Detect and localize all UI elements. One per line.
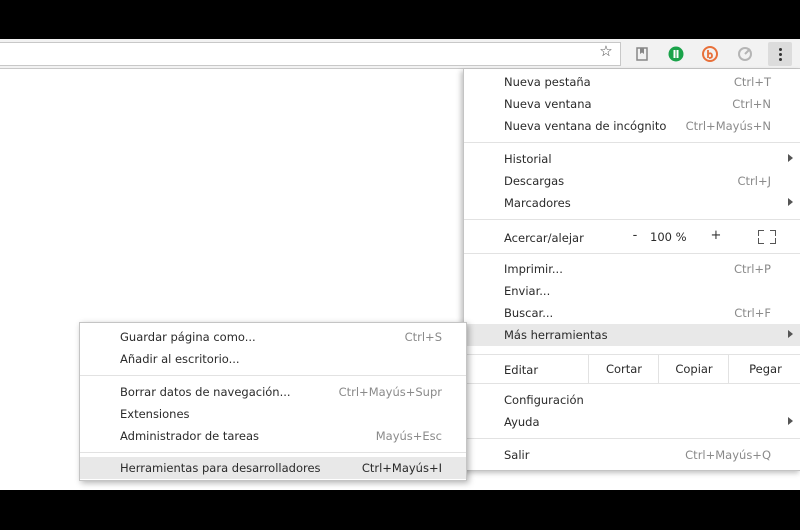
menu-separator [464,219,800,220]
gray-extension-icon[interactable] [737,46,753,62]
menu-item-label: Imprimir... [504,262,563,276]
menu-item-label: Más herramientas [504,328,608,342]
menu-item-shortcut: Mayús+Esc [375,429,442,443]
menu-item-label: Buscar... [504,306,554,320]
menu-item-label: Guardar página como... [120,330,256,344]
menu-item-label: Nueva ventana [504,97,592,111]
menu-item-shortcut: Ctrl+P [733,262,771,276]
menu-separator [80,375,466,376]
menu-item-find[interactable]: Buscar... Ctrl+F [464,302,800,324]
chrome-main-menu: Nueva pestaña Ctrl+T Nueva ventana Ctrl+… [463,69,800,471]
zoom-label: Acercar/alejar [504,231,584,245]
menu-item-label: Descargas [504,174,565,188]
menu-separator [80,452,466,453]
chevron-right-icon [788,154,793,162]
menu-item-label: Marcadores [504,196,571,210]
submenu-item-add-to-desktop[interactable]: Añadir al escritorio... [80,348,466,370]
copy-button[interactable]: Copiar [658,355,729,383]
edit-label: Editar [504,363,539,377]
menu-item-shortcut: Ctrl+F [734,306,771,320]
menu-item-label: Enviar... [504,284,551,298]
menu-separator [464,438,800,439]
submenu-item-save-page[interactable]: Guardar página como... Ctrl+S [80,326,466,348]
menu-item-exit[interactable]: Salir Ctrl+Mayús+Q [464,444,800,466]
green-extension-icon[interactable] [668,46,684,62]
menu-item-history[interactable]: Historial [464,148,800,170]
menu-item-send[interactable]: Enviar... [464,280,800,302]
menu-item-label: Extensiones [120,407,190,421]
zoom-out-button[interactable]: - [620,228,650,243]
menu-item-shortcut: Ctrl+N [732,97,771,111]
browser-toolbar: ☆ [0,39,800,69]
cut-button[interactable]: Cortar [588,355,659,383]
orange-extension-icon[interactable] [702,46,718,62]
menu-item-label: Salir [504,448,530,462]
menu-zoom-row: Acercar/alejar - 100 % + [464,223,800,251]
menu-item-label: Nueva pestaña [504,75,591,89]
zoom-in-button[interactable]: + [701,228,731,243]
menu-item-shortcut: Ctrl+Mayús+Q [685,448,771,462]
menu-item-shortcut: Ctrl+J [737,174,772,188]
menu-item-downloads[interactable]: Descargas Ctrl+J [464,170,800,192]
paste-button[interactable]: Pegar [728,355,800,383]
zoom-value: 100 % [650,230,687,244]
menu-item-label: Historial [504,152,552,166]
menu-item-incognito-window[interactable]: Nueva ventana de incógnito Ctrl+Mayús+N [464,115,800,137]
chevron-right-icon [788,330,793,338]
menu-item-bookmarks[interactable]: Marcadores [464,192,800,214]
address-bar[interactable] [0,42,621,66]
submenu-item-clear-browsing-data[interactable]: Borrar datos de navegación... Ctrl+Mayús… [80,381,466,403]
menu-item-label: Borrar datos de navegación... [120,385,291,399]
menu-item-label: Herramientas para desarrolladores [120,461,321,475]
menu-item-label: Nueva ventana de incógnito [504,119,667,133]
menu-edit-row: Editar Cortar Copiar Pegar [464,354,800,384]
chevron-right-icon [788,198,793,206]
menu-item-print[interactable]: Imprimir... Ctrl+P [464,258,800,280]
menu-item-new-window[interactable]: Nueva ventana Ctrl+N [464,93,800,115]
menu-item-shortcut: Ctrl+T [733,75,771,89]
menu-separator [464,142,800,143]
bookmark-extension-icon[interactable] [634,46,650,62]
menu-item-shortcut: Ctrl+S [404,330,442,344]
menu-item-shortcut: Ctrl+Mayús+N [685,119,771,133]
bottom-frame [0,490,800,530]
menu-item-label: Administrador de tareas [120,429,260,443]
submenu-item-developer-tools[interactable]: Herramientas para desarrolladores Ctrl+M… [80,457,466,479]
menu-item-settings[interactable]: Configuración [464,389,800,411]
chevron-right-icon [788,417,793,425]
menu-item-new-tab[interactable]: Nueva pestaña Ctrl+T [464,71,800,93]
menu-item-help[interactable]: Ayuda [464,411,800,433]
menu-item-label: Añadir al escritorio... [120,352,240,366]
menu-item-more-tools[interactable]: Más herramientas [464,324,800,346]
menu-item-shortcut: Ctrl+Mayús+I [361,461,442,475]
menu-item-label: Configuración [504,393,584,407]
menu-item-shortcut: Ctrl+Mayús+Supr [338,385,442,399]
kebab-menu-icon[interactable] [768,42,792,66]
more-tools-submenu: Guardar página como... Ctrl+S Añadir al … [79,322,467,481]
fullscreen-icon[interactable] [758,230,776,244]
submenu-item-extensions[interactable]: Extensiones [80,403,466,425]
menu-separator [464,253,800,254]
star-icon[interactable]: ☆ [598,43,614,59]
menu-item-label: Ayuda [504,415,540,429]
submenu-item-task-manager[interactable]: Administrador de tareas Mayús+Esc [80,425,466,447]
